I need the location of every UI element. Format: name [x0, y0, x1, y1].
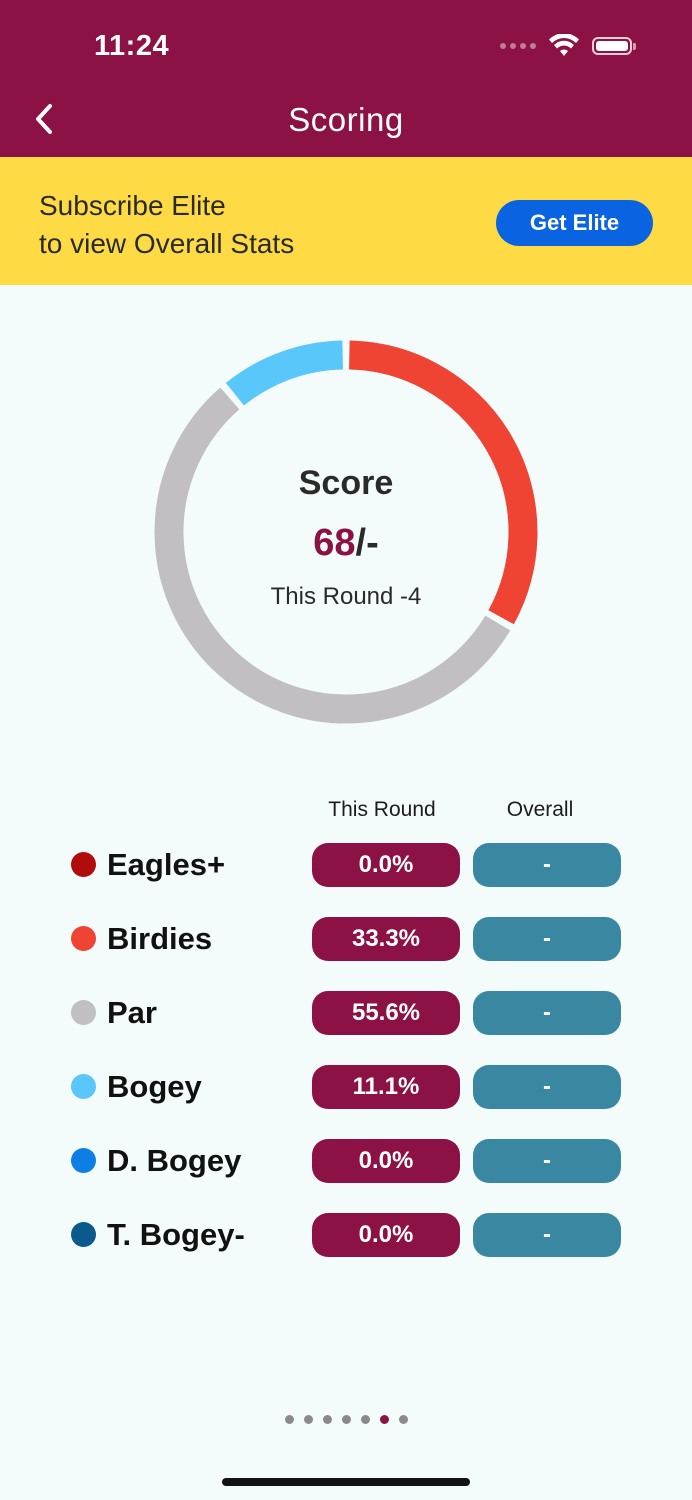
- score-summary: Score 68/- This Round -4: [154, 340, 538, 724]
- overall-value: -: [473, 1065, 621, 1109]
- this-round-value: 0.0%: [312, 1139, 460, 1183]
- stat-row-par: Par 55.6% -: [0, 991, 692, 1035]
- page-dot[interactable]: [322, 1415, 332, 1424]
- overall-value: -: [473, 1213, 621, 1257]
- bogey-color-dot: [71, 1074, 96, 1099]
- birdies-color-dot: [71, 926, 96, 951]
- stat-label: Bogey: [107, 1069, 202, 1104]
- status-time: 11:24: [94, 30, 170, 62]
- score-value: 68/-: [154, 522, 538, 565]
- page-indicator[interactable]: [0, 1415, 692, 1424]
- column-header-this-round: This Round: [328, 798, 436, 821]
- stat-row-triple-bogey: T. Bogey- 0.0% -: [0, 1213, 692, 1257]
- overall-value: -: [473, 991, 621, 1035]
- this-round-value: 55.6%: [312, 991, 460, 1035]
- navigation-bar: Scoring: [0, 85, 692, 157]
- page-dot[interactable]: [341, 1415, 351, 1424]
- stat-row-birdies: Birdies 33.3% -: [0, 917, 692, 961]
- stat-row-bogey: Bogey 11.1% -: [0, 1065, 692, 1109]
- cellular-signal-icon: [500, 43, 536, 49]
- eagles-color-dot: [71, 852, 96, 877]
- status-bar: 11:24: [0, 0, 692, 85]
- overall-value: -: [473, 1139, 621, 1183]
- stat-label: T. Bogey-: [107, 1217, 245, 1252]
- page-dot[interactable]: [360, 1415, 370, 1424]
- stat-label: Eagles+: [107, 847, 226, 882]
- page-dot[interactable]: [379, 1415, 389, 1424]
- this-round-value: 0.0%: [312, 1213, 460, 1257]
- page-dot[interactable]: [398, 1415, 408, 1424]
- subscribe-message: Subscribe Elite to view Overall Stats: [39, 187, 294, 263]
- score-overall-suffix: /-: [355, 522, 379, 564]
- battery-icon: [592, 37, 636, 55]
- stat-label: D. Bogey: [107, 1143, 242, 1178]
- this-round-value: 0.0%: [312, 843, 460, 887]
- status-icons: [500, 34, 636, 58]
- stat-row-eagles: Eagles+ 0.0% -: [0, 843, 692, 887]
- round-to-par: This Round -4: [270, 583, 422, 610]
- page-dot[interactable]: [284, 1415, 294, 1424]
- this-round-value: 33.3%: [312, 917, 460, 961]
- score-label: Score: [298, 464, 394, 502]
- double-bogey-color-dot: [71, 1148, 96, 1173]
- stat-label: Birdies: [107, 921, 213, 956]
- subscribe-line-2: to view Overall Stats: [39, 228, 295, 259]
- this-round-value: 11.1%: [312, 1065, 460, 1109]
- page-dot[interactable]: [303, 1415, 313, 1424]
- subscribe-line-1: Subscribe Elite: [39, 190, 226, 221]
- triple-bogey-color-dot: [71, 1222, 96, 1247]
- get-elite-button[interactable]: Get Elite: [496, 200, 653, 246]
- wifi-icon: [549, 34, 579, 56]
- par-color-dot: [71, 1000, 96, 1025]
- column-header-overall: Overall: [506, 798, 574, 821]
- overall-value: -: [473, 917, 621, 961]
- stat-row-double-bogey: D. Bogey 0.0% -: [0, 1139, 692, 1183]
- overall-value: -: [473, 843, 621, 887]
- stat-label: Par: [107, 995, 157, 1030]
- score-number: 68: [313, 522, 356, 564]
- home-indicator[interactable]: [222, 1478, 470, 1486]
- page-title: Scoring: [288, 101, 404, 138]
